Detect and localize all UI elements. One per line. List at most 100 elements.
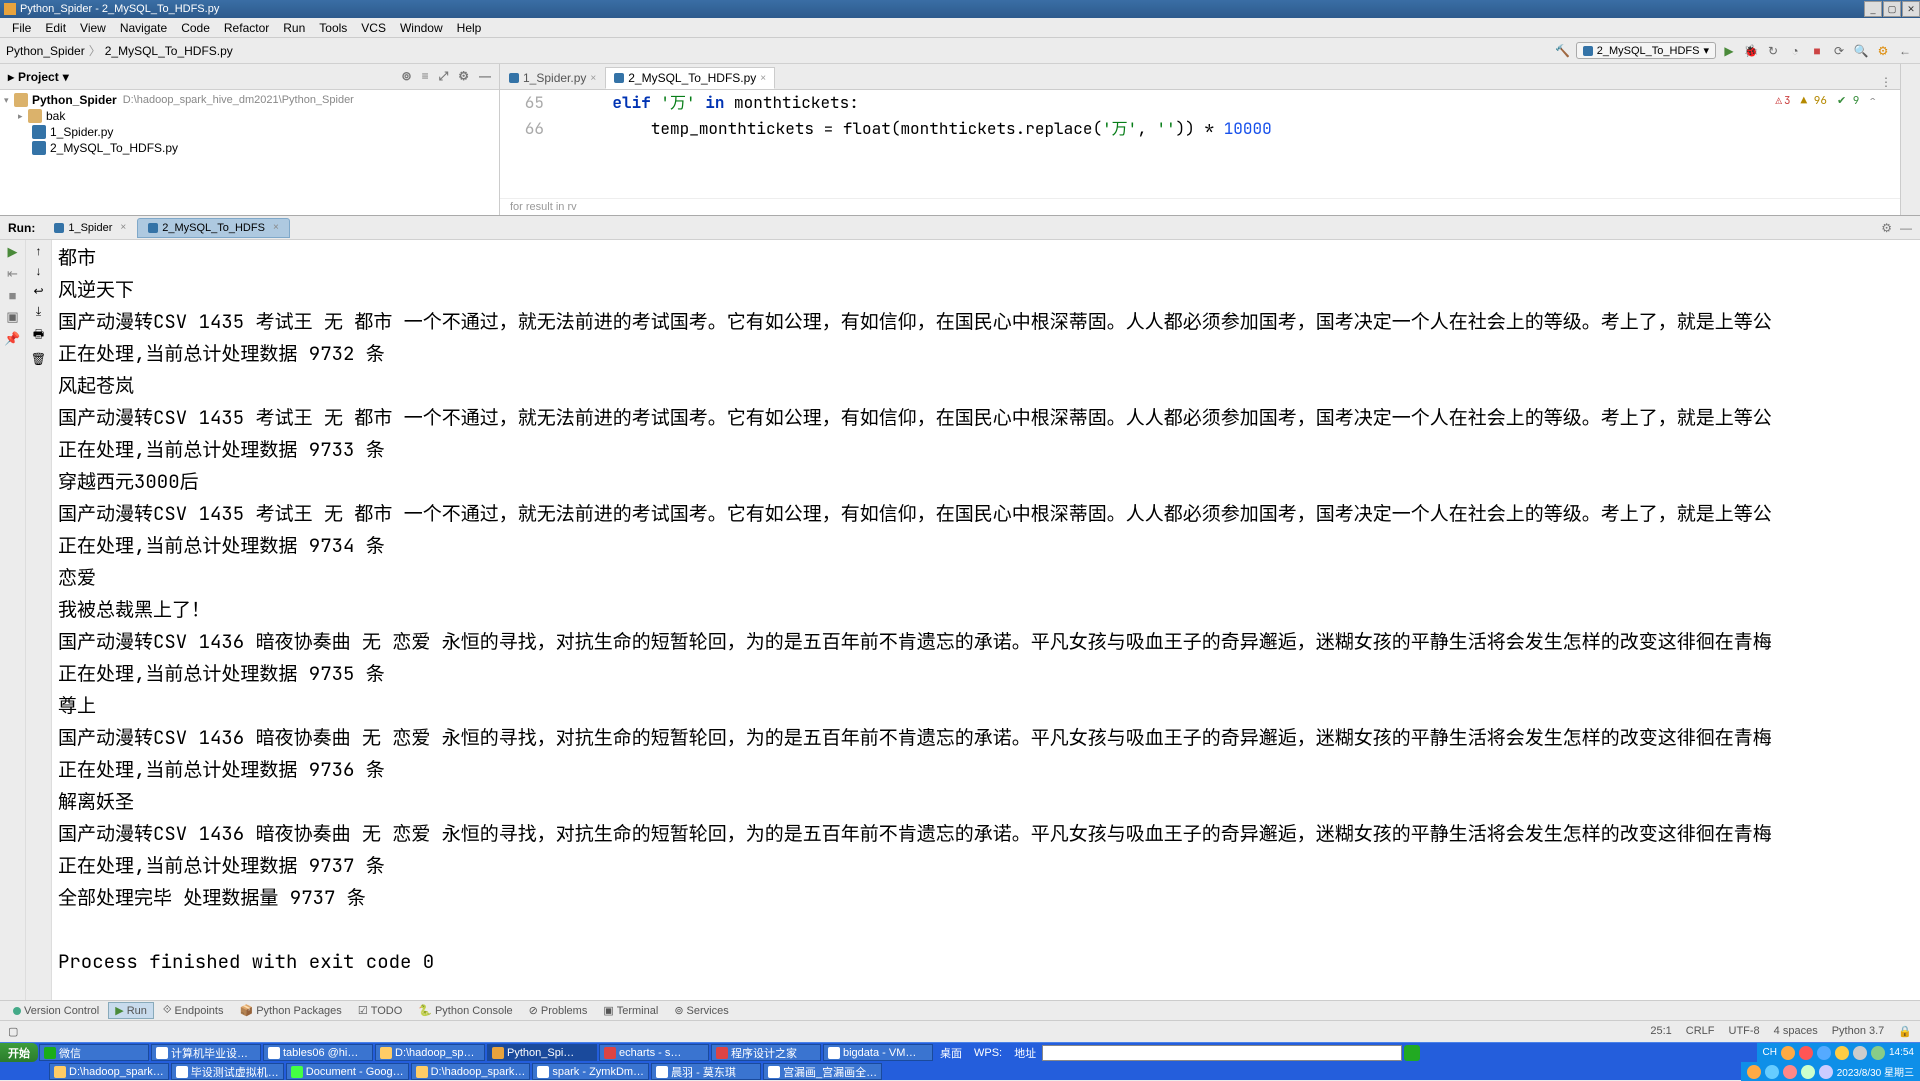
- status-encoding[interactable]: UTF-8: [1729, 1025, 1760, 1038]
- console-output[interactable]: 都市风逆天下国产动漫转CSV 1435 考试王 无 都市 一个不通过，就无法前进…: [52, 240, 1920, 1000]
- clock-time[interactable]: 14:54: [1889, 1047, 1914, 1058]
- start-button[interactable]: 开始: [0, 1043, 38, 1062]
- taskbar-app[interactable]: 宫漏画_宫漏画全…: [763, 1063, 882, 1080]
- system-tray-date[interactable]: 2023/8/30 星期三: [1741, 1062, 1920, 1081]
- clock-date[interactable]: 2023/8/30 星期三: [1837, 1064, 1914, 1079]
- tree-project-root[interactable]: ▾ Python_Spider D:\hadoop_spark_hive_dm2…: [0, 92, 499, 108]
- tree-folder-bak[interactable]: ▸ bak: [0, 108, 499, 124]
- code-editor[interactable]: 65 66 elif '万' in monthtickets: temp_mon…: [500, 90, 1900, 198]
- profile-icon[interactable]: ◔: [1786, 42, 1804, 60]
- inspection-widget[interactable]: ⚠3 ▲ 96 ✔ 9 ⌃: [1775, 94, 1876, 108]
- breadcrumb-root[interactable]: Python_Spider: [6, 44, 85, 58]
- status-lock-icon[interactable]: 🔒: [1898, 1025, 1912, 1038]
- tray-icon[interactable]: [1801, 1065, 1815, 1079]
- taskbar-app[interactable]: echarts - s…: [599, 1044, 709, 1061]
- clear-icon[interactable]: 🗑: [31, 352, 46, 366]
- bottom-tool-endpoints[interactable]: ⟐Endpoints: [156, 1002, 231, 1019]
- bottom-tool-pyconsole[interactable]: 🐍Python Console: [411, 1002, 519, 1019]
- close-icon[interactable]: ×: [273, 222, 279, 233]
- tree-file-mysql[interactable]: 2_MySQL_To_HDFS.py: [0, 140, 499, 156]
- maximize-button[interactable]: ▢: [1883, 1, 1901, 17]
- coverage-icon[interactable]: ↻: [1764, 42, 1782, 60]
- menu-navigate[interactable]: Navigate: [114, 19, 173, 37]
- editor-tab-spider[interactable]: 1_Spider.py ×: [500, 67, 605, 89]
- gear-icon[interactable]: ⚙: [458, 69, 469, 84]
- editor-more-icon[interactable]: ⋮: [1880, 75, 1900, 89]
- taskbar-app[interactable]: 程序设计之家: [711, 1044, 821, 1061]
- up-icon[interactable]: ↑: [36, 244, 42, 258]
- system-tray[interactable]: CH 14:54: [1757, 1043, 1920, 1062]
- pin-icon[interactable]: 📌: [4, 331, 20, 347]
- taskbar-app[interactable]: 毕设测试虚拟机…: [171, 1063, 284, 1080]
- run-gear-icon[interactable]: ⚙: [1881, 221, 1892, 235]
- bottom-tool-problems[interactable]: ⊘Problems: [522, 1002, 595, 1019]
- minimize-button[interactable]: _: [1864, 1, 1882, 17]
- close-button[interactable]: ✕: [1902, 1, 1920, 17]
- taskbar-app[interactable]: D:\hadoop_spark…: [49, 1063, 169, 1080]
- menu-edit[interactable]: Edit: [39, 19, 72, 37]
- scroll-icon[interactable]: ⤓: [36, 304, 41, 319]
- project-dropdown-icon[interactable]: ▾: [63, 70, 69, 84]
- project-title[interactable]: Project: [18, 70, 59, 84]
- search-icon[interactable]: 🔍: [1852, 42, 1870, 60]
- go-button[interactable]: [1404, 1045, 1420, 1061]
- tray-icon[interactable]: [1747, 1065, 1761, 1079]
- tray-icon[interactable]: [1783, 1065, 1797, 1079]
- taskbar-app[interactable]: 晨羽 - 莫东琪: [651, 1063, 761, 1080]
- menu-tools[interactable]: Tools: [313, 19, 353, 37]
- tray-icon[interactable]: [1835, 1046, 1849, 1060]
- run-icon[interactable]: ▶: [1720, 42, 1738, 60]
- project-tree[interactable]: ▾ Python_Spider D:\hadoop_spark_hive_dm2…: [0, 90, 499, 215]
- menu-refactor[interactable]: Refactor: [218, 19, 275, 37]
- stop-icon[interactable]: ■: [9, 288, 17, 303]
- settings-icon[interactable]: ⚙: [1874, 42, 1892, 60]
- status-position[interactable]: 25:1: [1650, 1025, 1671, 1038]
- menu-run[interactable]: Run: [277, 19, 311, 37]
- print-icon[interactable]: 🖶: [33, 325, 44, 346]
- tray-icon[interactable]: [1781, 1046, 1795, 1060]
- menu-file[interactable]: File: [6, 19, 37, 37]
- status-interpreter[interactable]: Python 3.7: [1832, 1025, 1885, 1038]
- menu-code[interactable]: Code: [175, 19, 216, 37]
- tray-icon[interactable]: [1799, 1046, 1813, 1060]
- rerun-icon[interactable]: ▶: [8, 244, 18, 260]
- taskbar-app[interactable]: 计算机毕业设…: [151, 1044, 261, 1061]
- bottom-tool-run[interactable]: ▶Run: [108, 1002, 154, 1019]
- taskbar-app[interactable]: 微信: [39, 1044, 149, 1061]
- breadcrumb-file[interactable]: 2_MySQL_To_HDFS.py: [105, 44, 233, 58]
- down-icon[interactable]: ↓: [36, 264, 42, 278]
- locate-icon[interactable]: ⊚: [402, 69, 412, 84]
- code-content[interactable]: elif '万' in monthtickets: temp_monthtick…: [554, 90, 1900, 198]
- taskbar-app[interactable]: Document - Goog…: [286, 1063, 409, 1080]
- menu-help[interactable]: Help: [451, 19, 488, 37]
- tray-icon[interactable]: [1819, 1065, 1833, 1079]
- menu-vcs[interactable]: VCS: [355, 19, 392, 37]
- bottom-tool-packages[interactable]: 📦Python Packages: [232, 1002, 348, 1019]
- back-icon[interactable]: ←: [1896, 42, 1914, 60]
- hide-icon[interactable]: —: [479, 69, 491, 84]
- bottom-tool-todo[interactable]: ☑TODO: [351, 1002, 409, 1019]
- status-hint-icon[interactable]: ▢: [8, 1025, 18, 1038]
- tray-icon[interactable]: [1853, 1046, 1867, 1060]
- vcs-update-icon[interactable]: ⟳: [1830, 42, 1848, 60]
- layout-icon[interactable]: ▣: [6, 309, 18, 325]
- taskbar-app-active[interactable]: Python_Spi…: [487, 1044, 597, 1061]
- menu-view[interactable]: View: [74, 19, 112, 37]
- wrap-icon[interactable]: ↩: [33, 284, 43, 298]
- run-hide-icon[interactable]: —: [1900, 221, 1912, 235]
- taskbar-app[interactable]: D:\hadoop_sp…: [375, 1044, 485, 1061]
- run-tab-spider[interactable]: 1_Spider ×: [43, 218, 137, 238]
- close-icon[interactable]: ×: [760, 73, 766, 84]
- taskbar-app[interactable]: spark - ZymkDm…: [532, 1063, 649, 1080]
- build-icon[interactable]: 🔨: [1554, 42, 1572, 60]
- debug-icon[interactable]: 🐞: [1742, 42, 1760, 60]
- tray-icon[interactable]: [1765, 1065, 1779, 1079]
- tray-icon[interactable]: [1871, 1046, 1885, 1060]
- run-config-selector[interactable]: 2_MySQL_To_HDFS ▾: [1576, 42, 1716, 59]
- stop-icon[interactable]: ■: [1808, 42, 1826, 60]
- bottom-tool-vcs[interactable]: Version Control: [6, 1003, 106, 1019]
- menu-window[interactable]: Window: [394, 19, 449, 37]
- stop-icon[interactable]: ⇤: [7, 266, 18, 282]
- status-indent[interactable]: 4 spaces: [1774, 1025, 1818, 1038]
- bottom-tool-services[interactable]: ⊚Services: [667, 1002, 735, 1019]
